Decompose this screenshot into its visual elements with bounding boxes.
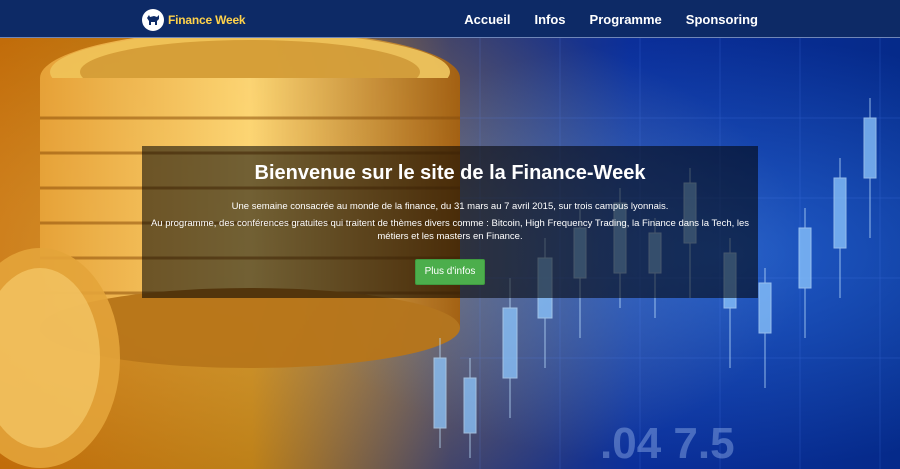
- svg-text:.04 7.5: .04 7.5: [600, 419, 735, 468]
- bull-icon: [142, 9, 164, 31]
- program-paragraph: Au programme, des conférences gratuites …: [150, 218, 750, 242]
- top-navbar: Finance Week Accueil Infos Programme Spo…: [0, 0, 900, 38]
- main-nav: Accueil Infos Programme Sponsoring: [440, 0, 758, 38]
- brand-name: Finance Week: [168, 13, 246, 27]
- nav-item-sponsoring[interactable]: Sponsoring: [686, 12, 758, 27]
- intro-paragraph: Une semaine consacrée au monde de la fin…: [231, 201, 669, 212]
- page-title: Bienvenue sur le site de la Finance-Week: [254, 162, 646, 184]
- more-info-button[interactable]: Plus d'infos: [414, 259, 486, 285]
- nav-item-programme[interactable]: Programme: [590, 12, 662, 27]
- nav-item-infos[interactable]: Infos: [534, 12, 565, 27]
- brand-link[interactable]: Finance Week: [142, 9, 246, 31]
- welcome-panel: Bienvenue sur le site de la Finance-Week…: [142, 146, 758, 298]
- nav-item-accueil[interactable]: Accueil: [464, 12, 510, 27]
